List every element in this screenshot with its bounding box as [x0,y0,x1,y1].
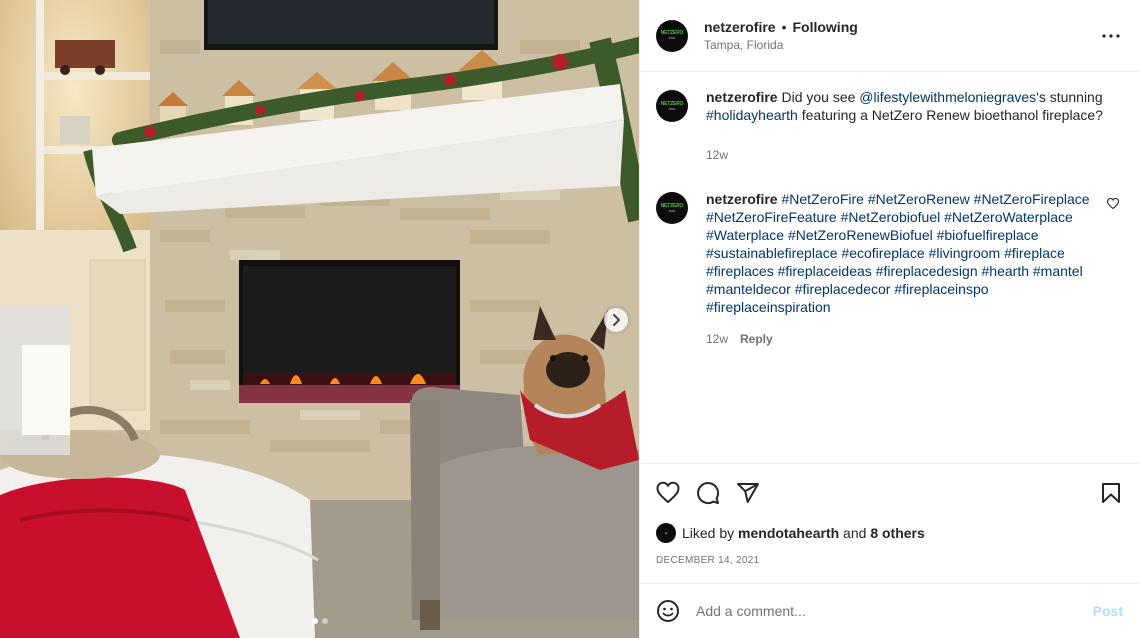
post-location[interactable]: Tampa, Florida [704,38,1099,52]
hashtag-link[interactable]: #NetZerobiofuel [841,209,941,225]
hashtag-link[interactable]: #fireplacedecor [795,281,891,297]
like-button[interactable] [656,481,680,505]
more-options-button[interactable] [1099,24,1123,48]
hashtag-link[interactable]: #fireplace [1004,245,1065,261]
bookmark-icon [1102,482,1120,503]
post-comment-button[interactable]: Post [1093,603,1123,619]
more-horizontal-icon [1102,33,1120,38]
hashtag-link[interactable]: #ecofireplace [841,245,924,261]
hashtag-link[interactable]: #NetZeroFireFeature [706,209,837,225]
hashtag-link[interactable]: #fireplaceideas [778,263,872,279]
hashtag-link[interactable]: #hearth [982,263,1029,279]
carousel-dot-active [311,618,318,624]
hashtag-link[interactable]: #NetZeroRenew [868,191,970,207]
comment-item: NETZERO FIRE netzerofire #NetZeroFire #N… [656,190,1123,348]
hashtag-link[interactable]: #mantel [1033,263,1083,279]
caption-text-before: Did you see [777,89,860,105]
caption-username[interactable]: netzerofire [706,89,778,105]
hashtag-link[interactable]: #fireplaces [706,263,774,279]
avatar-logo-subtext: FIRE [668,36,676,40]
heart-outline-icon [1106,197,1120,210]
likes-prefix: Liked by [682,525,739,541]
comment-username[interactable]: netzerofire [706,191,778,207]
header-separator: • [781,19,787,35]
liker-avatar[interactable]: ◉ [656,523,676,543]
comment-avatar[interactable]: NETZERO FIRE [656,192,688,224]
post-caption: NETZERO FIRE netzerofire Did you see @li… [656,88,1123,164]
likes-others-link[interactable]: 8 others [870,525,924,541]
post-media[interactable] [0,0,639,638]
next-slide-button[interactable] [604,308,628,332]
likes-text: Liked by mendotahearth and 8 others [682,525,925,541]
hashtag-link[interactable]: #sustainablefireplace [706,245,838,261]
emoji-button[interactable] [656,599,680,623]
heart-outline-icon [656,481,680,503]
hashtag-link[interactable]: #fireplaceinspiration [706,299,831,315]
comment-body: netzerofire #NetZeroFire #NetZeroRenew #… [706,190,1099,348]
hashtag-link[interactable]: #NetZeroWaterplace [944,209,1073,225]
caption-mention-link[interactable]: @lifestylewithmeloniegraves [859,89,1036,105]
author-username[interactable]: netzerofire [704,19,776,35]
comment-like-button[interactable] [1106,190,1123,348]
post-side-panel: NETZERO FIRE netzerofire • Following Tam… [639,0,1139,638]
hashtag-link[interactable]: #NetZeroRenewBiofuel [788,227,933,243]
following-button[interactable]: Following [792,19,857,35]
likes-joiner: and [839,525,871,541]
comment-timestamp[interactable]: 12w [706,330,728,348]
avatar-logo-subtext: FIRE [668,208,676,213]
caption-timestamp[interactable]: 12w [706,146,728,164]
liker-avatar-mark: ◉ [664,530,668,535]
post-actions-bar [640,463,1139,521]
post-photo [0,0,639,638]
hashtag-link[interactable]: #NetZeroFireplace [974,191,1090,207]
caption-text-middle: 's stunning [1036,89,1103,105]
hashtag-link[interactable]: #biofuelfireplace [937,227,1039,243]
reply-button[interactable]: Reply [740,330,773,348]
header-text: netzerofire • Following Tampa, Florida [704,19,1099,52]
hashtag-link[interactable]: #Waterplace [706,227,784,243]
chevron-right-icon [613,314,620,326]
carousel-dot [321,618,328,624]
caption-body: netzerofire Did you see @lifestylewithme… [706,88,1123,164]
comments-list[interactable]: NETZERO FIRE netzerofire Did you see @li… [640,72,1139,463]
comment-bubble-icon [697,481,720,504]
caption-text-after: featuring a NetZero Renew bioethanol fir… [797,107,1103,123]
author-avatar[interactable]: NETZERO FIRE [656,19,688,52]
avatar-logo-subtext: FIRE [668,106,676,111]
likes-summary: ◉ Liked by mendotahearth and 8 others [640,521,1139,545]
hashtag-link[interactable]: #manteldecor [706,281,791,297]
hashtag-link[interactable]: #livingroom [929,245,1001,261]
emoji-smile-icon [657,600,679,622]
carousel-dots [0,618,639,624]
caption-hashtag-link[interactable]: #holidayhearth [706,107,798,123]
hashtag-link[interactable]: #fireplacedesign [876,263,978,279]
comment-input[interactable] [696,603,1093,619]
instagram-post: NETZERO FIRE netzerofire • Following Tam… [0,0,1139,638]
share-button[interactable] [736,481,760,505]
post-date[interactable]: DECEMBER 14, 2021 [640,555,1139,569]
hashtag-link[interactable]: #fireplaceinspo [894,281,988,297]
hashtag-link[interactable]: #NetZeroFire [781,191,863,207]
add-comment-bar: Post [640,583,1139,638]
save-button[interactable] [1099,481,1123,505]
liker-username[interactable]: mendotahearth [738,525,839,541]
comment-button[interactable] [696,481,720,505]
post-header: NETZERO FIRE netzerofire • Following Tam… [640,0,1139,72]
caption-avatar[interactable]: NETZERO FIRE [656,90,688,122]
paper-plane-icon [737,482,759,503]
